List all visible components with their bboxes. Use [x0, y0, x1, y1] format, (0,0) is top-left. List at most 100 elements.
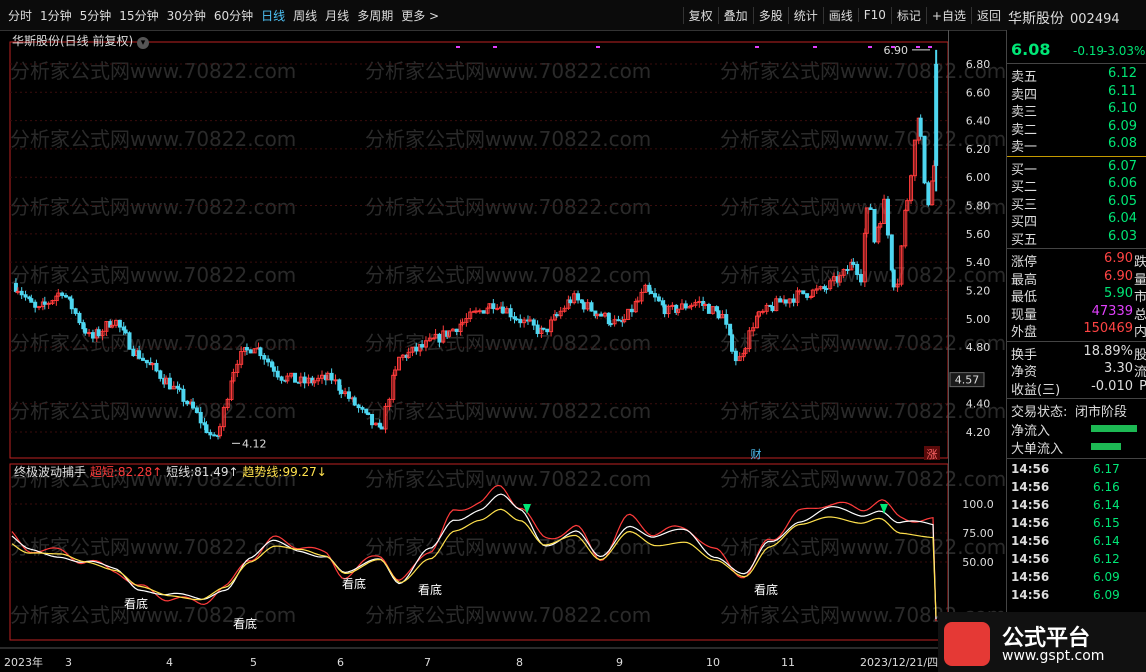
- tab-period-9[interactable]: 多周期: [353, 7, 397, 24]
- y-tick-label: 5.60: [966, 228, 991, 241]
- row-label: 交易状态:: [1011, 405, 1068, 420]
- chevron-down-icon[interactable]: ▾: [137, 37, 150, 49]
- candle-body: [63, 294, 68, 298]
- toolbar-button-1[interactable]: 叠加: [717, 6, 753, 24]
- toolbar-button-3[interactable]: 统计: [787, 6, 823, 24]
- tick-time: 14:56: [1011, 462, 1050, 476]
- kline-chart-area[interactable]: 分析家公式网www.70822.com 分析家公式网www.70822.com 分析…: [0, 30, 1006, 672]
- tick-price: 6.12: [1093, 552, 1120, 566]
- candle-body: [13, 282, 18, 292]
- tab-period-7[interactable]: 周线: [289, 7, 321, 24]
- candle-body: [198, 411, 203, 424]
- row-label: 换手: [1011, 347, 1038, 363]
- watermark-text: 分析家公式网www.70822.com: [720, 195, 1006, 219]
- candle-body: [791, 298, 796, 303]
- candle-body: [337, 379, 342, 391]
- toolbar-button-2[interactable]: 多股: [752, 6, 788, 24]
- candle-body: [329, 372, 334, 381]
- tab-period-6[interactable]: 日线: [257, 7, 289, 24]
- watermark-text: 分析家公式网www.70822.com: [720, 399, 1006, 423]
- candle-body: [606, 312, 611, 325]
- candle-body: [19, 290, 24, 296]
- tab-period-5[interactable]: 60分钟: [210, 7, 257, 24]
- candle-body: [269, 361, 274, 368]
- row-value: 6.10: [1108, 101, 1137, 116]
- y-tick-label: 6.00: [966, 171, 991, 184]
- buy-level: 买二 6.06: [1007, 176, 1146, 195]
- buy-level: 买五 6.03: [1007, 229, 1146, 248]
- tab-period-8[interactable]: 月线: [321, 7, 353, 24]
- candle-body: [697, 300, 702, 303]
- indicator-y-label: 75.00: [962, 527, 994, 540]
- row-value: 6.11: [1108, 83, 1137, 99]
- candle-body: [889, 234, 894, 271]
- toolbar-actions: 复权 叠加 多股 统计 画线 F10 标记 +自选 返回: [682, 0, 1006, 30]
- candle-body: [177, 387, 182, 390]
- tick-time: 14:56: [1011, 570, 1050, 584]
- candle-body: [683, 303, 688, 309]
- row-label: 收益(三): [1011, 382, 1061, 398]
- divider: [1007, 248, 1146, 249]
- candle-body: [140, 357, 145, 361]
- buy-level: 买四 6.04: [1007, 211, 1146, 230]
- x-tick-label: 7: [424, 656, 431, 669]
- watermark-text: 分析家公式网www.70822.com: [10, 195, 296, 219]
- candle-body: [46, 302, 51, 305]
- kandi-label: 看底: [124, 596, 148, 611]
- low-price-label: 4.12: [242, 437, 267, 450]
- candle-body: [346, 391, 351, 399]
- watermark-text: 分析家公式网www.70822.com: [10, 399, 296, 423]
- toolbar-button-4[interactable]: 画线: [822, 6, 858, 24]
- candle-body: [23, 294, 28, 298]
- candle-body: [73, 308, 78, 314]
- watermark-text: 分析家公式网www.70822.com: [365, 535, 651, 559]
- row-label: 卖四: [1011, 87, 1038, 103]
- kandi-label: 看底: [233, 616, 257, 631]
- toolbar-button-0[interactable]: 复权: [682, 6, 718, 24]
- tab-period-2[interactable]: 5分钟: [76, 7, 116, 24]
- x-tick-label: 3: [65, 656, 72, 669]
- signal-dot: [596, 46, 600, 48]
- gspt-logo: 公式平台 www.gspt.com: [938, 612, 1146, 672]
- toolbar-button-8[interactable]: 返回: [970, 6, 1006, 24]
- candle-body: [885, 198, 890, 236]
- candle-body: [491, 303, 496, 310]
- legend-part: 超短:: [90, 464, 118, 479]
- candle-body: [248, 349, 253, 354]
- candle-body: [783, 299, 788, 304]
- watermark-text: 分析家公式网www.70822.com: [10, 535, 296, 559]
- tab-period-0[interactable]: 分时: [4, 7, 36, 24]
- candle-body: [437, 333, 442, 343]
- candle-body: [518, 318, 523, 324]
- x-tick-label: 6: [337, 656, 344, 669]
- candle-body: [500, 306, 505, 314]
- tab-period-10[interactable]: 更多 >: [397, 7, 443, 24]
- candle-body: [554, 314, 559, 317]
- candle-body: [454, 328, 459, 333]
- stat-row: 总 现量 47339: [1007, 304, 1146, 323]
- row-value: 6.08: [1108, 136, 1137, 151]
- x-tick-label: 9: [616, 656, 623, 669]
- toolbar-button-7[interactable]: +自选: [925, 6, 971, 24]
- tab-period-4[interactable]: 30分钟: [163, 7, 210, 24]
- divider: [1007, 398, 1146, 399]
- candle-body: [926, 182, 931, 206]
- toolbar-button-5[interactable]: F10: [857, 8, 891, 22]
- watermark-text: 分析家公式网www.70822.com: [365, 195, 651, 219]
- candle-body: [293, 372, 298, 383]
- row-value: 3.30: [1104, 361, 1133, 376]
- row-suffix: 市: [1133, 290, 1146, 305]
- toolbar-button-6[interactable]: 标记: [890, 6, 926, 24]
- tab-period-3[interactable]: 15分钟: [115, 7, 162, 24]
- candle-body: [629, 308, 634, 313]
- kandi-label: 看底: [342, 576, 366, 591]
- row-value: 6.04: [1108, 211, 1137, 226]
- y-tick-label: 4.80: [966, 341, 991, 354]
- candle-body: [96, 329, 101, 337]
- candle-body: [778, 298, 783, 303]
- x-tick-label: 2023年: [4, 655, 43, 669]
- candle-body: [117, 319, 122, 328]
- candle-body: [728, 323, 733, 336]
- tab-period-1[interactable]: 1分钟: [36, 7, 76, 24]
- row-value: 18.89%: [1083, 343, 1133, 359]
